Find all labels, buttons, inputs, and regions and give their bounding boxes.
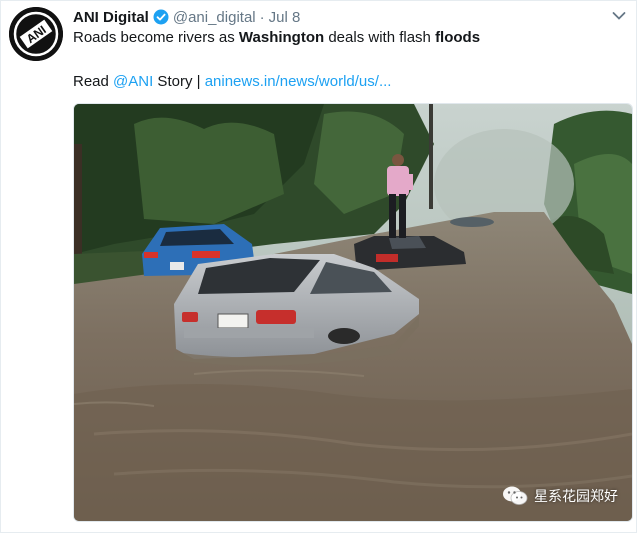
story-url-link[interactable]: aninews.in/news/world/us/... <box>205 73 392 90</box>
watermark: 星系花园郑好 <box>502 485 618 507</box>
tweet-text-part: Roads become rivers as <box>73 29 239 46</box>
tweet-card[interactable]: ANI ANI Digital @ani_digital · Jul 8 Roa… <box>0 0 637 533</box>
tweet-text-bold: Washington <box>238 29 325 46</box>
read-prefix: Read <box>73 73 114 90</box>
read-middle: Story | <box>153 73 205 90</box>
display-name[interactable]: ANI Digital <box>73 9 149 26</box>
ani-logo-icon: ANI <box>9 7 63 61</box>
watermark-text: 星系花园郑好 <box>534 488 618 504</box>
tweet-text: Roads become rivers as Washington deals … <box>73 29 480 47</box>
read-story-line: Read @ANI Story | aninews.in/news/world/… <box>73 73 391 91</box>
wechat-icon <box>503 486 528 505</box>
separator-dot: · <box>259 8 265 26</box>
tweet-photo[interactable]: 星系花园郑好 <box>73 103 633 522</box>
tweet-text-part: deals with flash <box>324 29 436 46</box>
verified-badge-icon <box>153 9 169 25</box>
tweet-text-bold: floods <box>435 29 481 46</box>
chevron-down-icon[interactable] <box>612 11 626 21</box>
user-handle[interactable]: @ani_digital <box>173 9 256 26</box>
mention-link[interactable]: @ANI <box>113 73 153 90</box>
tweet-header: ANI Digital @ani_digital · Jul 8 <box>73 7 300 27</box>
tweet-date[interactable]: Jul 8 <box>269 9 301 26</box>
avatar[interactable]: ANI <box>9 7 63 61</box>
flood-photo-image <box>74 104 632 521</box>
